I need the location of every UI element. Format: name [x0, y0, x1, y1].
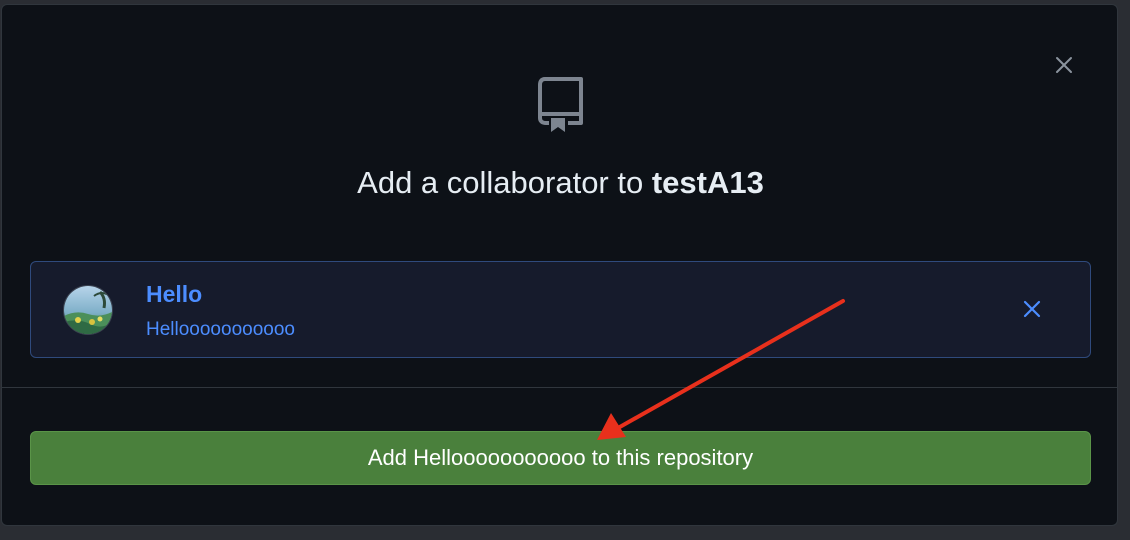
add-collaborator-dialog: Add a collaborator to testA13 Hello Hell… [1, 4, 1118, 526]
remove-user-button[interactable] [1019, 296, 1045, 322]
divider [2, 387, 1117, 388]
user-avatar [63, 285, 113, 335]
close-icon [1056, 57, 1072, 73]
user-display-name: Hello [146, 281, 203, 307]
repository-name: testA13 [651, 165, 764, 200]
selected-user-card: Hello Hellooooooooooo [30, 261, 1091, 358]
dialog-title: Add a collaborator to testA13 [2, 163, 1119, 203]
repo-icon [538, 77, 583, 132]
close-icon [1023, 300, 1041, 318]
close-dialog-button[interactable] [1052, 53, 1076, 77]
add-collaborator-button[interactable]: Add Hellooooooooooo to this repository [30, 431, 1091, 485]
title-prefix: Add a collaborator to [357, 165, 652, 200]
avatar-image [64, 286, 112, 334]
user-login: Hellooooooooooo [146, 319, 295, 340]
